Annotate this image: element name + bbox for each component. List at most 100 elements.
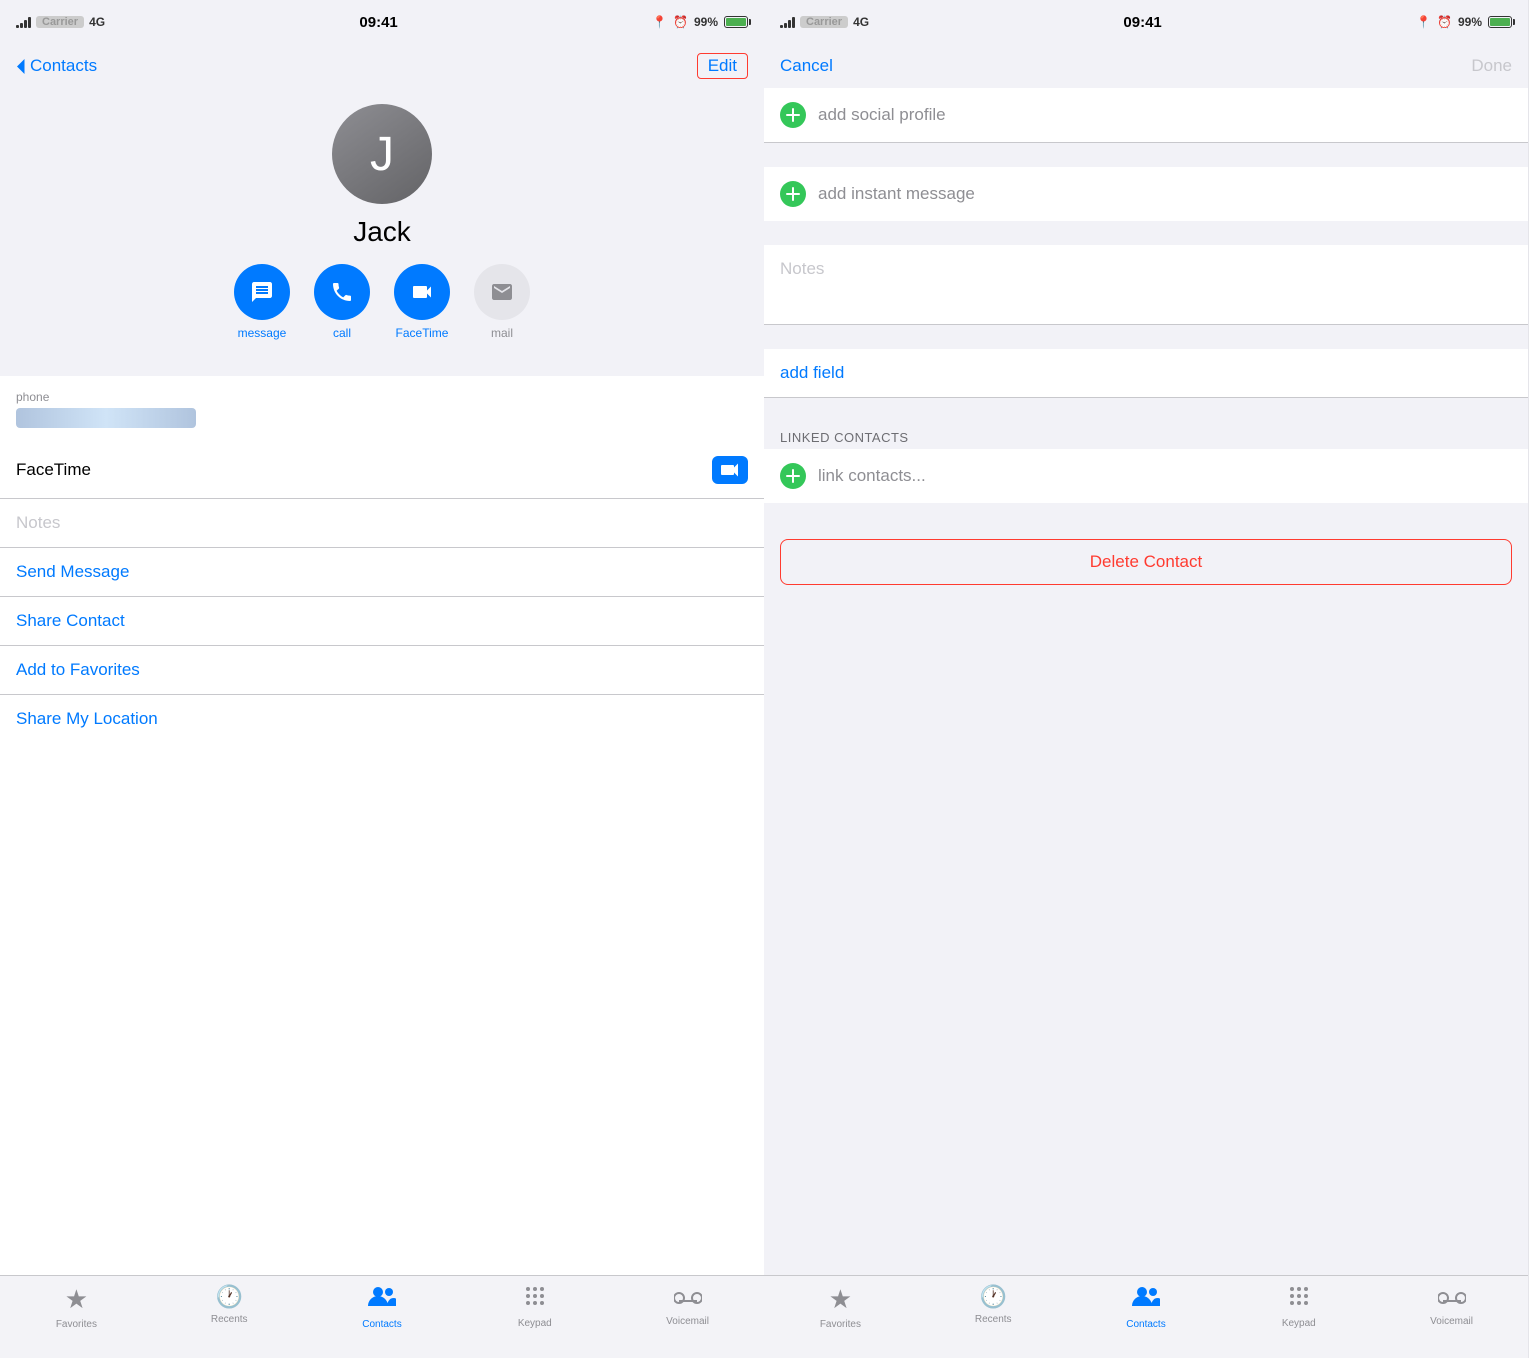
tab-voicemail-left[interactable]: Voicemail: [611, 1284, 764, 1327]
contacts-label-left: Contacts: [362, 1319, 401, 1330]
location-icon-right: 📍: [1416, 15, 1431, 29]
call-label: call: [333, 326, 351, 340]
add-field-item[interactable]: add field: [764, 349, 1528, 398]
battery-icon-left: [724, 16, 748, 28]
phone-item: phone: [16, 376, 748, 442]
avatar-letter: J: [370, 127, 394, 182]
right-screen: Carrier 4G 09:41 📍 ⏰ 99% Cancel Done add…: [764, 0, 1528, 1358]
contacts-icon-left: [368, 1284, 396, 1315]
link-contacts-plus[interactable]: [780, 463, 806, 489]
phone-value-redacted: [16, 408, 196, 428]
section-gap-5: [764, 515, 1528, 527]
add-field-label: add field: [780, 363, 844, 382]
avatar: J: [332, 104, 432, 204]
add-instant-item[interactable]: add instant message: [764, 167, 1528, 221]
add-instant-plus[interactable]: [780, 181, 806, 207]
battery-pct-left: 99%: [694, 15, 718, 29]
favorites-icon-left: ★: [65, 1284, 88, 1315]
add-instant-label: add instant message: [818, 184, 975, 204]
tab-favorites-left[interactable]: ★ Favorites: [0, 1284, 153, 1330]
voicemail-label-right: Voicemail: [1430, 1316, 1473, 1327]
location-icon-left: 📍: [652, 15, 667, 29]
notes-placeholder: Notes: [16, 513, 60, 532]
contact-header: J Jack message call FaceTime: [0, 88, 764, 364]
back-label: Contacts: [30, 56, 97, 76]
linked-contacts-header: LINKED CONTACTS: [764, 422, 1528, 449]
tab-keypad-left[interactable]: Keypad: [458, 1284, 611, 1329]
tab-voicemail-right[interactable]: Voicemail: [1375, 1284, 1528, 1327]
social-section: add social profile: [764, 88, 1528, 143]
tab-contacts-right[interactable]: Contacts: [1070, 1284, 1223, 1330]
status-bar-left: Carrier 4G 09:41 📍 ⏰ 99%: [0, 0, 764, 44]
edit-content: add social profile add instant message N…: [764, 88, 1528, 1275]
keypad-label-left: Keypad: [518, 1318, 552, 1329]
section-gap-2: [764, 233, 1528, 245]
add-social-label: add social profile: [818, 105, 946, 125]
mail-icon: [474, 264, 530, 320]
keypad-icon-left: [523, 1284, 547, 1314]
instant-section: add instant message: [764, 167, 1528, 221]
tab-contacts-left[interactable]: Contacts: [306, 1284, 459, 1330]
delete-contact-button[interactable]: Delete Contact: [780, 539, 1512, 585]
call-action[interactable]: call: [314, 264, 370, 340]
mail-label: mail: [491, 326, 513, 340]
cancel-button[interactable]: Cancel: [780, 56, 833, 76]
keypad-icon-right: [1287, 1284, 1311, 1314]
edit-button[interactable]: Edit: [697, 53, 748, 79]
facetime-row-label: FaceTime: [16, 460, 91, 480]
left-screen: Carrier 4G 09:41 📍 ⏰ 99% Contacts Edit J…: [0, 0, 764, 1358]
signal-bars-left: [16, 16, 31, 28]
share-contact-row[interactable]: Share Contact: [0, 597, 764, 646]
tab-keypad-right[interactable]: Keypad: [1222, 1284, 1375, 1329]
mail-action[interactable]: mail: [474, 264, 530, 340]
signal-bars-right: [780, 16, 795, 28]
tab-bar-right: ★ Favorites 🕐 Recents Contacts: [764, 1275, 1528, 1358]
facetime-row[interactable]: FaceTime: [0, 442, 764, 499]
contact-detail-list: phone FaceTime Notes Send Message Share …: [0, 376, 764, 1275]
add-favorites-row[interactable]: Add to Favorites: [0, 646, 764, 695]
voicemail-icon-right: [1438, 1284, 1466, 1312]
battery-pct-right: 99%: [1458, 15, 1482, 29]
signal-left: Carrier 4G: [16, 15, 105, 29]
done-button[interactable]: Done: [1471, 56, 1512, 76]
phone-label: phone: [16, 390, 748, 404]
carrier-left: Carrier: [36, 16, 84, 28]
tab-favorites-right[interactable]: ★ Favorites: [764, 1284, 917, 1330]
contacts-icon-right: [1132, 1284, 1160, 1315]
alarm-icon-right: ⏰: [1437, 15, 1452, 29]
back-button[interactable]: Contacts: [16, 56, 97, 76]
right-icons-right: 📍 ⏰ 99%: [1416, 15, 1512, 29]
network-right: 4G: [853, 15, 869, 29]
battery-icon-right: [1488, 16, 1512, 28]
recents-icon-left: 🕐: [215, 1284, 242, 1310]
notes-edit-field[interactable]: Notes: [764, 245, 1528, 325]
recents-label-right: Recents: [975, 1314, 1012, 1325]
add-social-plus[interactable]: [780, 102, 806, 128]
contact-name: Jack: [353, 216, 411, 248]
time-left: 09:41: [359, 14, 397, 31]
favorites-label-right: Favorites: [820, 1319, 861, 1330]
tab-recents-right[interactable]: 🕐 Recents: [917, 1284, 1070, 1325]
favorites-label-left: Favorites: [56, 1319, 97, 1330]
link-contacts-item[interactable]: link contacts...: [764, 449, 1528, 503]
section-gap-1: [764, 155, 1528, 167]
send-message-row[interactable]: Send Message: [0, 548, 764, 597]
alarm-icon-left: ⏰: [673, 15, 688, 29]
notes-row[interactable]: Notes: [0, 499, 764, 548]
tab-recents-left[interactable]: 🕐 Recents: [153, 1284, 306, 1325]
notes-section: Notes: [764, 245, 1528, 325]
voicemail-label-left: Voicemail: [666, 1316, 709, 1327]
add-social-item[interactable]: add social profile: [764, 88, 1528, 143]
facetime-action[interactable]: FaceTime: [394, 264, 450, 340]
keypad-label-right: Keypad: [1282, 1318, 1316, 1329]
link-contacts-label: link contacts...: [818, 466, 926, 486]
nav-bar-left: Contacts Edit: [0, 44, 764, 88]
contacts-label-right: Contacts: [1126, 1319, 1165, 1330]
facetime-video-icon: [712, 456, 748, 484]
time-right: 09:41: [1123, 14, 1161, 31]
share-location-row[interactable]: Share My Location: [0, 695, 764, 743]
action-row: message call FaceTime mail: [234, 264, 530, 340]
status-bar-right: Carrier 4G 09:41 📍 ⏰ 99%: [764, 0, 1528, 44]
add-field-section: add field: [764, 349, 1528, 398]
message-action[interactable]: message: [234, 264, 290, 340]
